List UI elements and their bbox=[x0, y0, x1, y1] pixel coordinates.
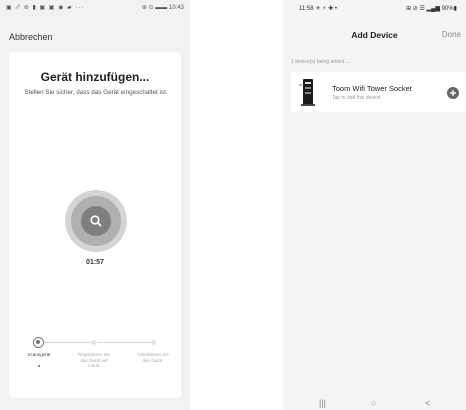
step-connector bbox=[97, 342, 151, 343]
countdown-timer: 01:57 bbox=[86, 259, 104, 266]
status-clock: ⊛ ⊙ ▬▬ 10:43 bbox=[141, 5, 184, 11]
step-2-dot bbox=[91, 340, 96, 345]
tower-socket-icon bbox=[299, 79, 315, 106]
progress-steps: Scanngerät Registrieren Sie das Gerät au… bbox=[21, 336, 171, 386]
status-icons: ⊞ ⊘ ☰ ▂▄▆ 90%▮ bbox=[406, 6, 457, 12]
step-2-label: Registrieren Sie das Gerät auf Cloud. bbox=[77, 352, 110, 368]
home-button[interactable]: ○ bbox=[371, 398, 376, 408]
device-list-item[interactable]: Toom Wifi Tower Socket Tap to add this d… bbox=[291, 72, 466, 112]
active-step-marker bbox=[38, 365, 40, 367]
step-1-dot bbox=[33, 337, 44, 348]
right-phone-screen: 11:58 ☀ ⚡ ✚ • ⊞ ⊘ ☰ ▂▄▆ 90%▮ Add Device … bbox=[283, 0, 466, 410]
page-title: Add Device bbox=[351, 30, 398, 40]
back-button[interactable]: < bbox=[425, 398, 430, 408]
recents-button[interactable]: ||| bbox=[319, 398, 326, 408]
status-clock: 11:58 ☀ ⚡ ✚ • bbox=[299, 6, 337, 12]
plus-circle-icon bbox=[450, 90, 456, 96]
add-device-card: Gerät hinzufügen... Stellen Sie sicher, … bbox=[9, 52, 181, 398]
step-connector bbox=[38, 342, 90, 343]
system-navigation-bar: ||| ○ < bbox=[283, 395, 466, 410]
done-button[interactable]: Done bbox=[442, 30, 461, 39]
device-name: Toom Wifi Tower Socket bbox=[332, 84, 412, 93]
step-1-label: Scanngerät bbox=[27, 352, 51, 357]
scan-button[interactable] bbox=[81, 206, 111, 236]
page-subtitle: Stellen Sie sicher, dass das Gerät einge… bbox=[24, 89, 168, 96]
scan-indicator bbox=[65, 190, 127, 252]
cancel-button[interactable]: Abbrechen bbox=[9, 32, 53, 42]
left-phone-screen: ▣ ␥ ⊜ ▮ ▣ ▣ ◉ ▰ ··· ⊛ ⊙ ▬▬ 10:43 Abbrech… bbox=[0, 0, 190, 410]
devices-being-added-text: 1 device(s) being added ... bbox=[291, 59, 350, 65]
step-3-dot bbox=[151, 340, 156, 345]
status-bar: 11:58 ☀ ⚡ ✚ • ⊞ ⊘ ☰ ▂▄▆ 90%▮ bbox=[283, 0, 466, 14]
search-icon bbox=[90, 215, 102, 227]
device-hint: Tap to add this device bbox=[332, 95, 381, 101]
status-bar: ▣ ␥ ⊜ ▮ ▣ ▣ ◉ ▰ ··· ⊛ ⊙ ▬▬ 10:43 bbox=[0, 0, 190, 14]
step-3-label: Initialisieren Sie das Gerät. bbox=[137, 352, 169, 363]
page-title: Gerät hinzufügen... bbox=[40, 70, 150, 84]
add-device-button[interactable] bbox=[447, 87, 459, 99]
status-icons: ▣ ␥ ⊜ ▮ ▣ ▣ ◉ ▰ ··· bbox=[6, 5, 85, 11]
